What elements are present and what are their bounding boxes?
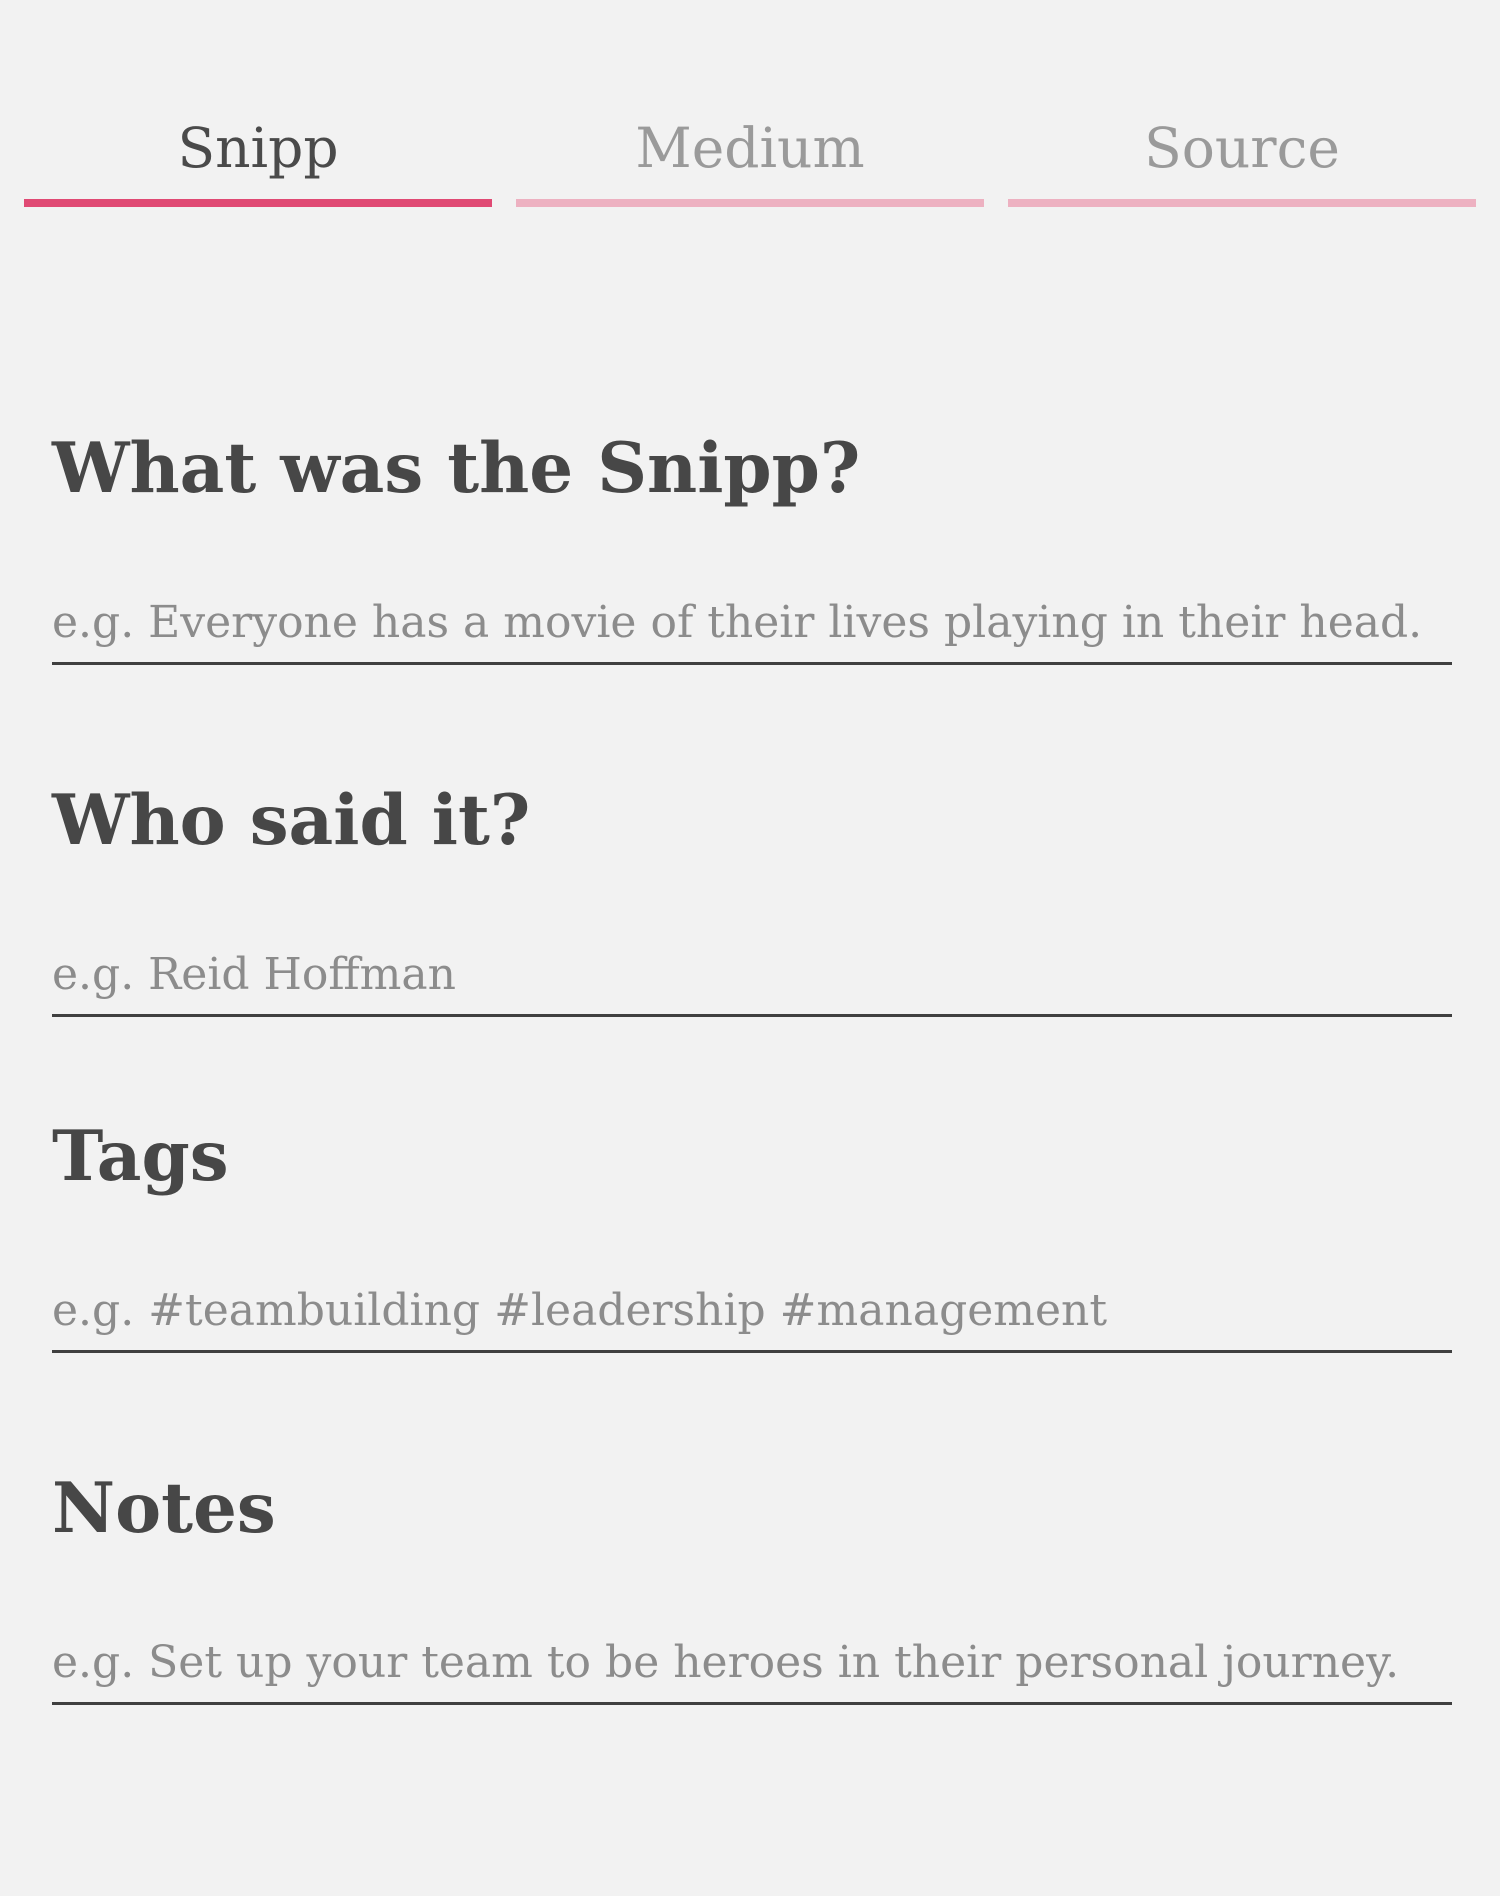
tab-medium-label: Medium	[635, 116, 865, 180]
tags-field-label: Tags	[52, 1116, 229, 1197]
tab-medium[interactable]: Medium	[516, 0, 984, 210]
author-field-label: Who said it?	[52, 780, 531, 861]
tab-snipp-label: Snipp	[177, 116, 339, 180]
snipp-input[interactable]	[52, 582, 1452, 665]
tab-source[interactable]: Source	[1008, 0, 1476, 210]
tab-medium-indicator	[516, 199, 984, 207]
tab-bar: Snipp Medium Source	[24, 0, 1476, 210]
tab-snipp-indicator	[24, 199, 492, 207]
notes-field-label: Notes	[52, 1468, 276, 1549]
author-input[interactable]	[52, 934, 1452, 1017]
tab-source-label: Source	[1144, 116, 1340, 180]
notes-input[interactable]	[52, 1622, 1452, 1705]
tags-input[interactable]	[52, 1270, 1452, 1353]
tab-source-indicator	[1008, 199, 1476, 207]
snipp-field-label: What was the Snipp?	[52, 428, 861, 509]
tab-snipp[interactable]: Snipp	[24, 0, 492, 210]
